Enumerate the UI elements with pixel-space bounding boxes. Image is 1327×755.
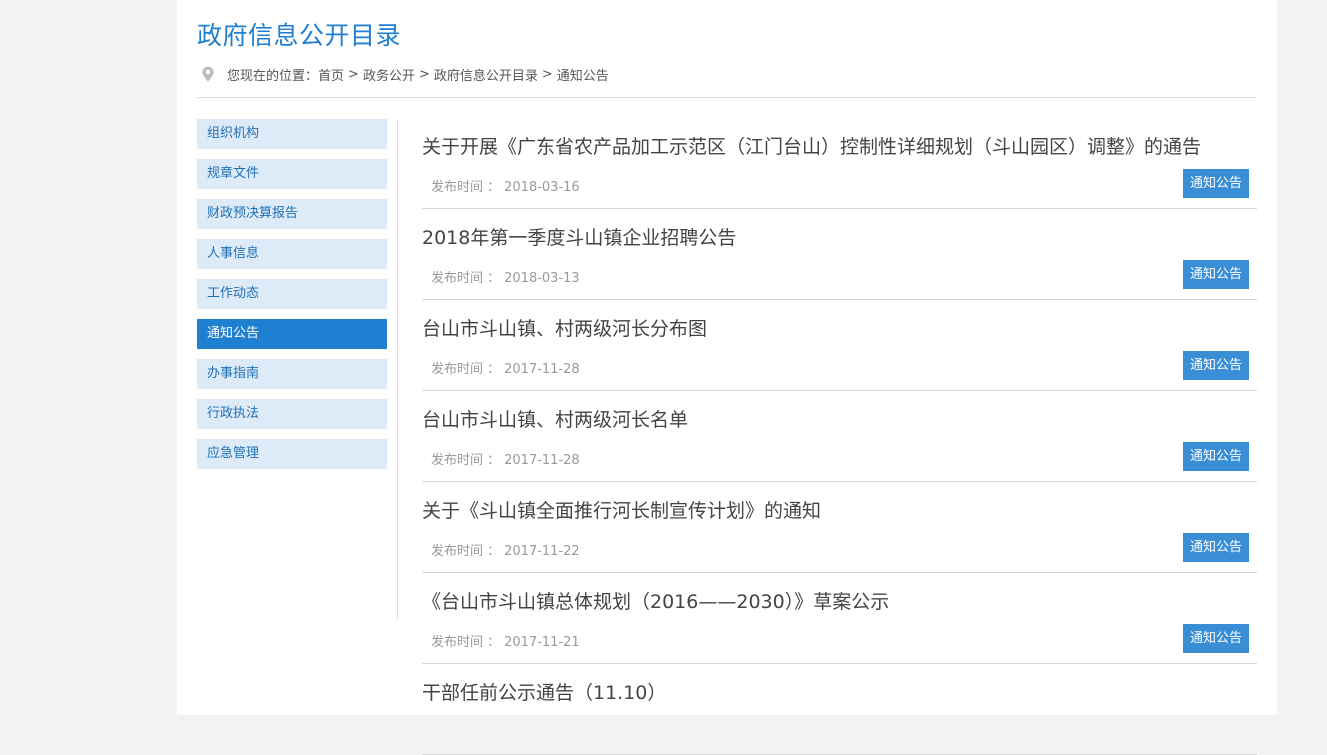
- category-tag-button[interactable]: 通知公告: [1183, 624, 1249, 653]
- list-item: 2018年第一季度斗山镇企业招聘公告 发布时间 ： 2018-03-13 通知公告: [422, 209, 1257, 300]
- item-title-link[interactable]: 台山市斗山镇、村两级河长名单: [422, 405, 688, 432]
- item-meta: 发布时间 ： 2017-11-28: [431, 358, 580, 377]
- breadcrumb-separator: >: [541, 66, 553, 82]
- header-divider: [197, 97, 1257, 98]
- item-meta: 发布时间 ： 2017-11-22: [431, 540, 580, 559]
- publish-date: 2018-03-16: [504, 180, 580, 195]
- publish-date: 2018-03-13: [504, 271, 580, 286]
- item-title-link[interactable]: 关于开展《广东省农产品加工示范区（江门台山）控制性详细规划（斗山园区）调整》的通…: [422, 132, 1201, 159]
- category-tag-button[interactable]: 通知公告: [1183, 351, 1249, 380]
- item-title-link[interactable]: 《台山市斗山镇总体规划（2016——2030）》草案公示: [422, 587, 889, 614]
- list-item: 台山市斗山镇、村两级河长分布图 发布时间 ： 2017-11-28 通知公告: [422, 300, 1257, 391]
- breadcrumb-home-link[interactable]: 首页: [318, 65, 344, 84]
- item-title-link[interactable]: 关于《斗山镇全面推行河长制宣传计划》的通知: [422, 496, 821, 523]
- list-item: 关于开展《广东省农产品加工示范区（江门台山）控制性详细规划（斗山园区）调整》的通…: [422, 118, 1257, 209]
- item-title-link[interactable]: 干部任前公示通告（11.10）: [422, 678, 666, 705]
- publish-time-label: 发布时间 ：: [431, 271, 501, 286]
- item-title-link[interactable]: 台山市斗山镇、村两级河长分布图: [422, 314, 707, 341]
- breadcrumb-catalog-link[interactable]: 政府信息公开目录: [434, 65, 538, 84]
- breadcrumb-current-link[interactable]: 通知公告: [557, 65, 609, 84]
- sidebar-divider: [397, 119, 398, 619]
- sidebar: 组织机构 规章文件 财政预决算报告 人事信息 工作动态 通知公告 办事指南 行政…: [197, 119, 387, 479]
- publish-date: 2017-11-22: [504, 544, 580, 559]
- sidebar-item-organization[interactable]: 组织机构: [197, 119, 387, 149]
- publish-date: 2017-11-28: [504, 453, 580, 468]
- breadcrumb: 您现在的位置： 首页 > 政务公开 > 政府信息公开目录 > 通知公告: [201, 64, 609, 84]
- breadcrumb-prefix: 您现在的位置：: [227, 68, 319, 84]
- sidebar-item-budget-report[interactable]: 财政预决算报告: [197, 199, 387, 229]
- item-meta: 发布时间 ： 2017-11-21: [431, 631, 580, 650]
- sidebar-item-emergency[interactable]: 应急管理: [197, 439, 387, 469]
- publish-time-label: 发布时间 ：: [431, 180, 501, 195]
- category-tag-button[interactable]: 通知公告: [1183, 260, 1249, 289]
- list-item: 关于《斗山镇全面推行河长制宣传计划》的通知 发布时间 ： 2017-11-22 通…: [422, 482, 1257, 573]
- breadcrumb-separator: >: [418, 66, 430, 82]
- sidebar-item-work-news[interactable]: 工作动态: [197, 279, 387, 309]
- category-tag-button[interactable]: 通知公告: [1183, 169, 1249, 198]
- sidebar-item-notices[interactable]: 通知公告: [197, 319, 387, 349]
- item-meta: 发布时间 ： 2018-03-16: [431, 176, 580, 195]
- map-pin-icon: [202, 66, 214, 82]
- breadcrumb-separator: >: [348, 66, 359, 82]
- category-tag-button[interactable]: 通知公告: [1183, 533, 1249, 562]
- publish-time-label: 发布时间 ：: [431, 635, 501, 650]
- item-meta: 发布时间 ： 2017-11-28: [431, 449, 580, 468]
- publish-time-label: 发布时间 ：: [431, 362, 501, 377]
- list-item: 《台山市斗山镇总体规划（2016——2030）》草案公示 发布时间 ： 2017-…: [422, 573, 1257, 664]
- sidebar-item-service-guide[interactable]: 办事指南: [197, 359, 387, 389]
- publish-date: 2017-11-28: [504, 362, 580, 377]
- publish-time-label: 发布时间 ：: [431, 544, 501, 559]
- page-title: 政府信息公开目录: [197, 21, 402, 50]
- publish-date: 2017-11-21: [504, 635, 580, 650]
- category-tag-button[interactable]: 通知公告: [1183, 442, 1249, 471]
- breadcrumb-gov-affairs-link[interactable]: 政务公开: [363, 65, 415, 84]
- item-title-link[interactable]: 2018年第一季度斗山镇企业招聘公告: [422, 223, 736, 250]
- sidebar-item-personnel[interactable]: 人事信息: [197, 239, 387, 269]
- item-meta: 发布时间 ： 2018-03-13: [431, 267, 580, 286]
- page-container: 政府信息公开目录 您现在的位置： 首页 > 政务公开 > 政府信息公开目录 > …: [177, 0, 1277, 755]
- sidebar-item-regulations[interactable]: 规章文件: [197, 159, 387, 189]
- sidebar-item-law-enforcement[interactable]: 行政执法: [197, 399, 387, 429]
- list-item: 干部任前公示通告（11.10）: [422, 664, 1257, 755]
- notice-list: 关于开展《广东省农产品加工示范区（江门台山）控制性详细规划（斗山园区）调整》的通…: [422, 118, 1257, 755]
- publish-time-label: 发布时间 ：: [431, 453, 501, 468]
- list-item: 台山市斗山镇、村两级河长名单 发布时间 ： 2017-11-28 通知公告: [422, 391, 1257, 482]
